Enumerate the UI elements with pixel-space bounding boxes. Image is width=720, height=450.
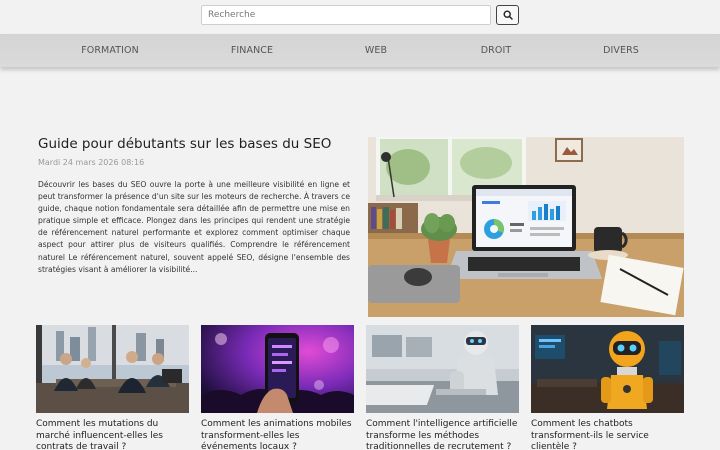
search-input[interactable] bbox=[201, 5, 491, 25]
search-button[interactable] bbox=[496, 5, 519, 25]
article-card-image[interactable] bbox=[36, 325, 189, 413]
top-bar bbox=[0, 0, 720, 34]
nav-item-web[interactable]: WEB bbox=[331, 34, 421, 67]
main-navigation: FORMATION FINANCE WEB DROIT DIVERS bbox=[0, 34, 720, 67]
featured-article-excerpt: Découvrir les bases du SEO ouvre la port… bbox=[38, 180, 350, 274]
article-card[interactable]: Comment l'intelligence artificielle tran… bbox=[366, 325, 519, 450]
article-card-title[interactable]: Comment les chatbots transforment-ils le… bbox=[531, 419, 684, 450]
article-card[interactable]: Comment les mutations du marché influenc… bbox=[36, 325, 189, 450]
nav-item-droit[interactable]: DROIT bbox=[451, 34, 541, 67]
article-card[interactable]: Comment les chatbots transforment-ils le… bbox=[531, 325, 684, 450]
article-card-title[interactable]: Comment l'intelligence artificielle tran… bbox=[366, 419, 519, 450]
article-card-title[interactable]: Comment les mutations du marché influenc… bbox=[36, 419, 189, 450]
article-card-title[interactable]: Comment les animations mobiles transform… bbox=[201, 419, 354, 450]
article-card-image[interactable] bbox=[366, 325, 519, 413]
search-icon bbox=[502, 10, 513, 20]
nav-item-finance[interactable]: FINANCE bbox=[207, 34, 297, 67]
nav-item-formation[interactable]: FORMATION bbox=[65, 34, 155, 67]
featured-article-date: Mardi 24 mars 2026 08:16 bbox=[38, 158, 145, 167]
article-card[interactable]: Comment les animations mobiles transform… bbox=[201, 325, 354, 450]
featured-article-image[interactable] bbox=[368, 137, 684, 317]
article-card-image[interactable] bbox=[531, 325, 684, 413]
featured-article-title[interactable]: Guide pour débutants sur les bases du SE… bbox=[38, 136, 358, 153]
nav-item-divers[interactable]: DIVERS bbox=[576, 34, 666, 67]
article-card-image[interactable] bbox=[201, 325, 354, 413]
